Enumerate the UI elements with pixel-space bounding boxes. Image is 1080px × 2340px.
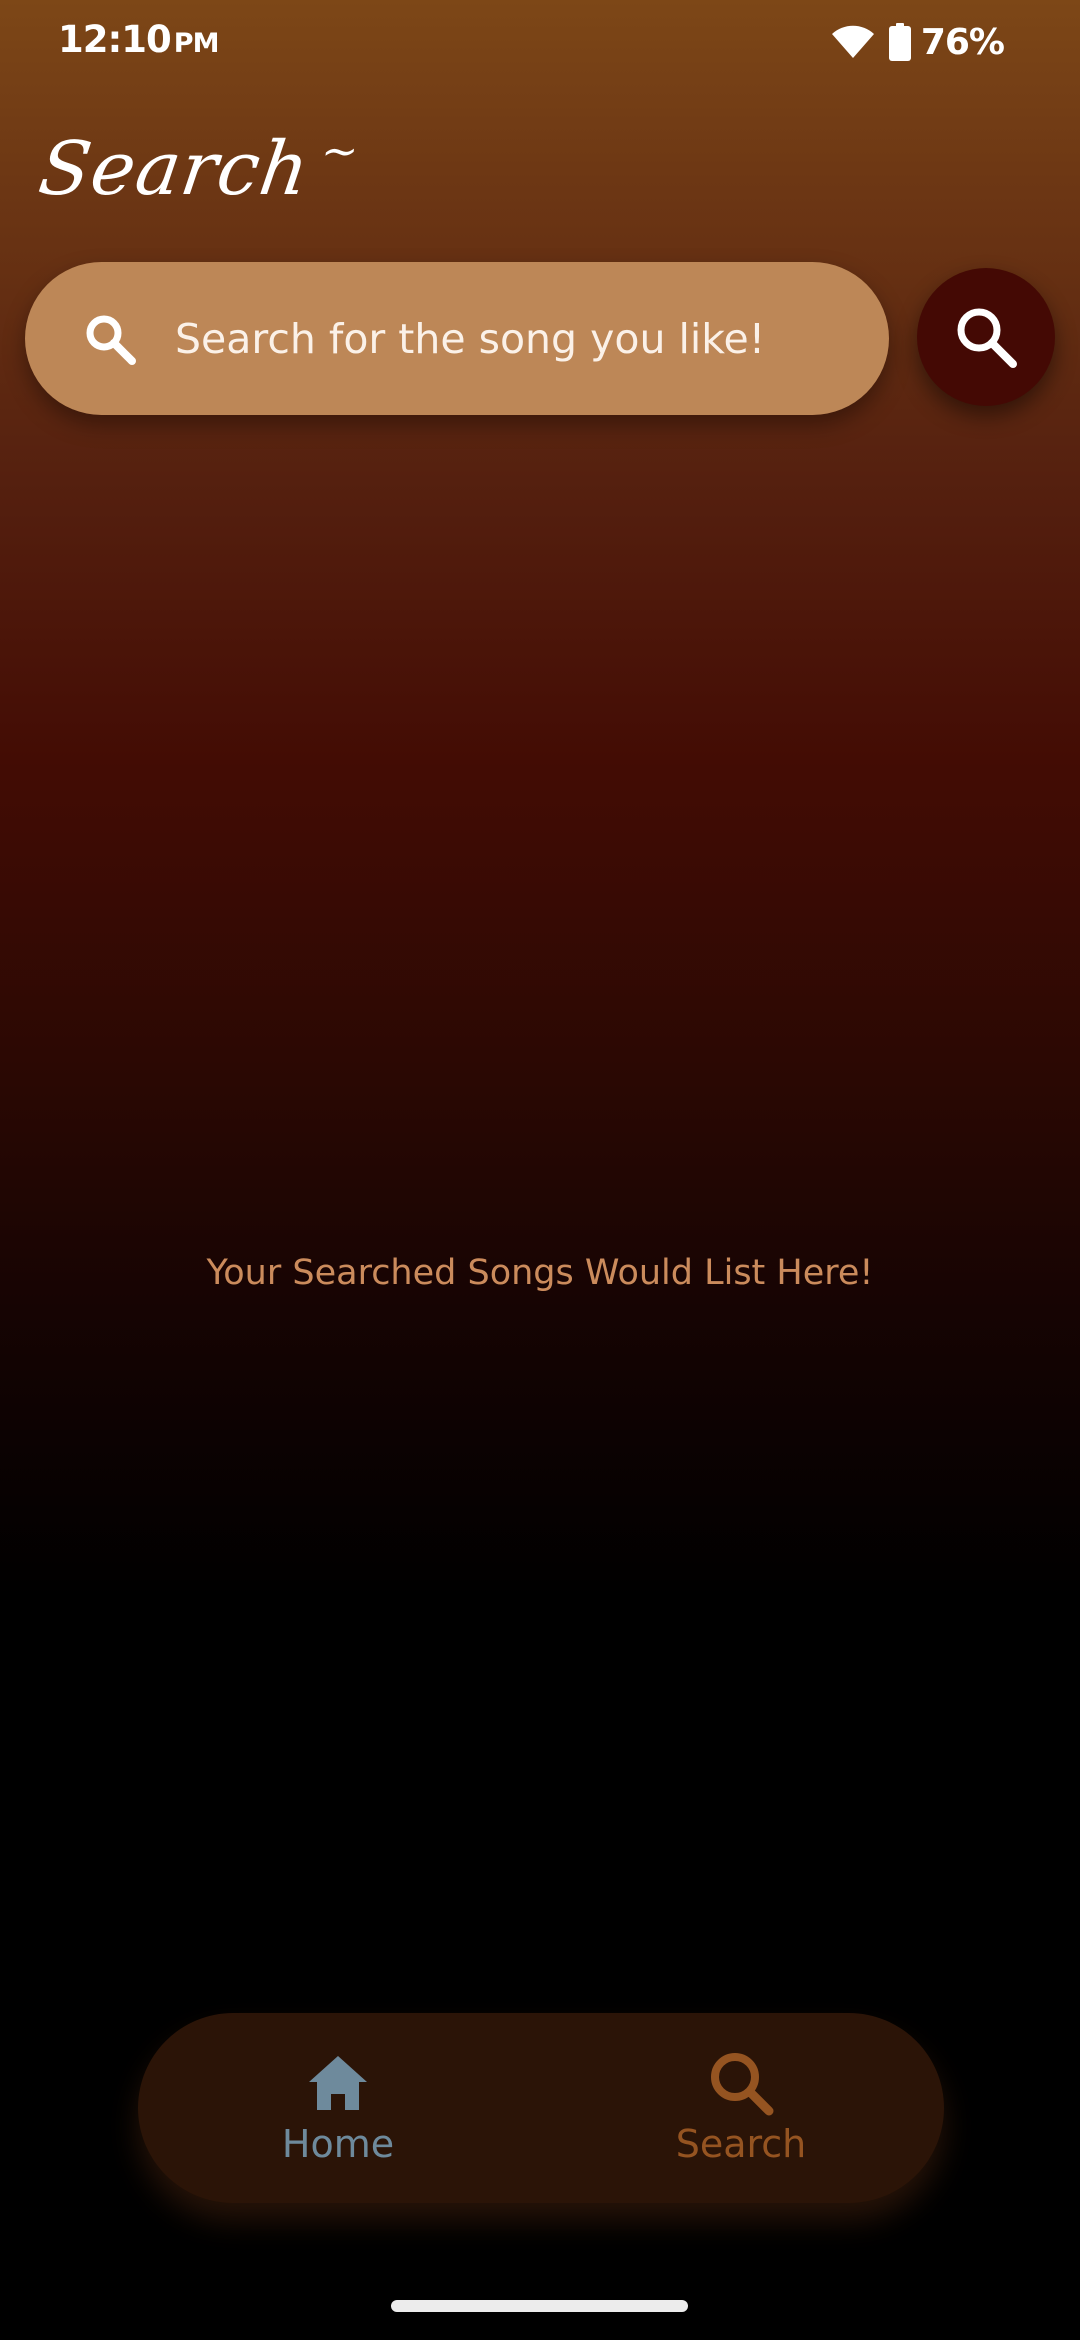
search-bar[interactable] [25, 262, 889, 415]
battery-icon [888, 23, 911, 61]
status-time: 12:10 PM [58, 18, 220, 61]
home-icon [309, 2056, 367, 2110]
search-icon [957, 308, 1017, 368]
nav-item-home[interactable]: Home [138, 2013, 538, 2203]
title-ornament: ~ [317, 126, 363, 177]
status-ampm: PM [173, 28, 220, 59]
bottom-nav: Home Search [138, 2013, 944, 2203]
status-clock: 12:10 [58, 18, 172, 61]
search-button[interactable] [917, 268, 1055, 406]
nav-item-search[interactable]: Search [541, 2013, 941, 2203]
page-title: Search~ [34, 126, 363, 212]
search-icon [711, 2053, 774, 2116]
search-icon [86, 315, 136, 365]
battery-percent: 76% [920, 21, 1005, 63]
search-input[interactable] [175, 314, 855, 363]
nav-label-search: Search [675, 2122, 807, 2166]
gesture-handle[interactable] [391, 2300, 688, 2312]
empty-results-message: Your Searched Songs Would List Here! [206, 1253, 874, 1293]
page-title-text: Search [33, 126, 315, 212]
status-indicators: 76% [831, 18, 1005, 66]
nav-label-home: Home [281, 2122, 395, 2166]
wifi-icon [831, 25, 874, 58]
status-bar: 12:10 PM 76% [0, 0, 1080, 80]
